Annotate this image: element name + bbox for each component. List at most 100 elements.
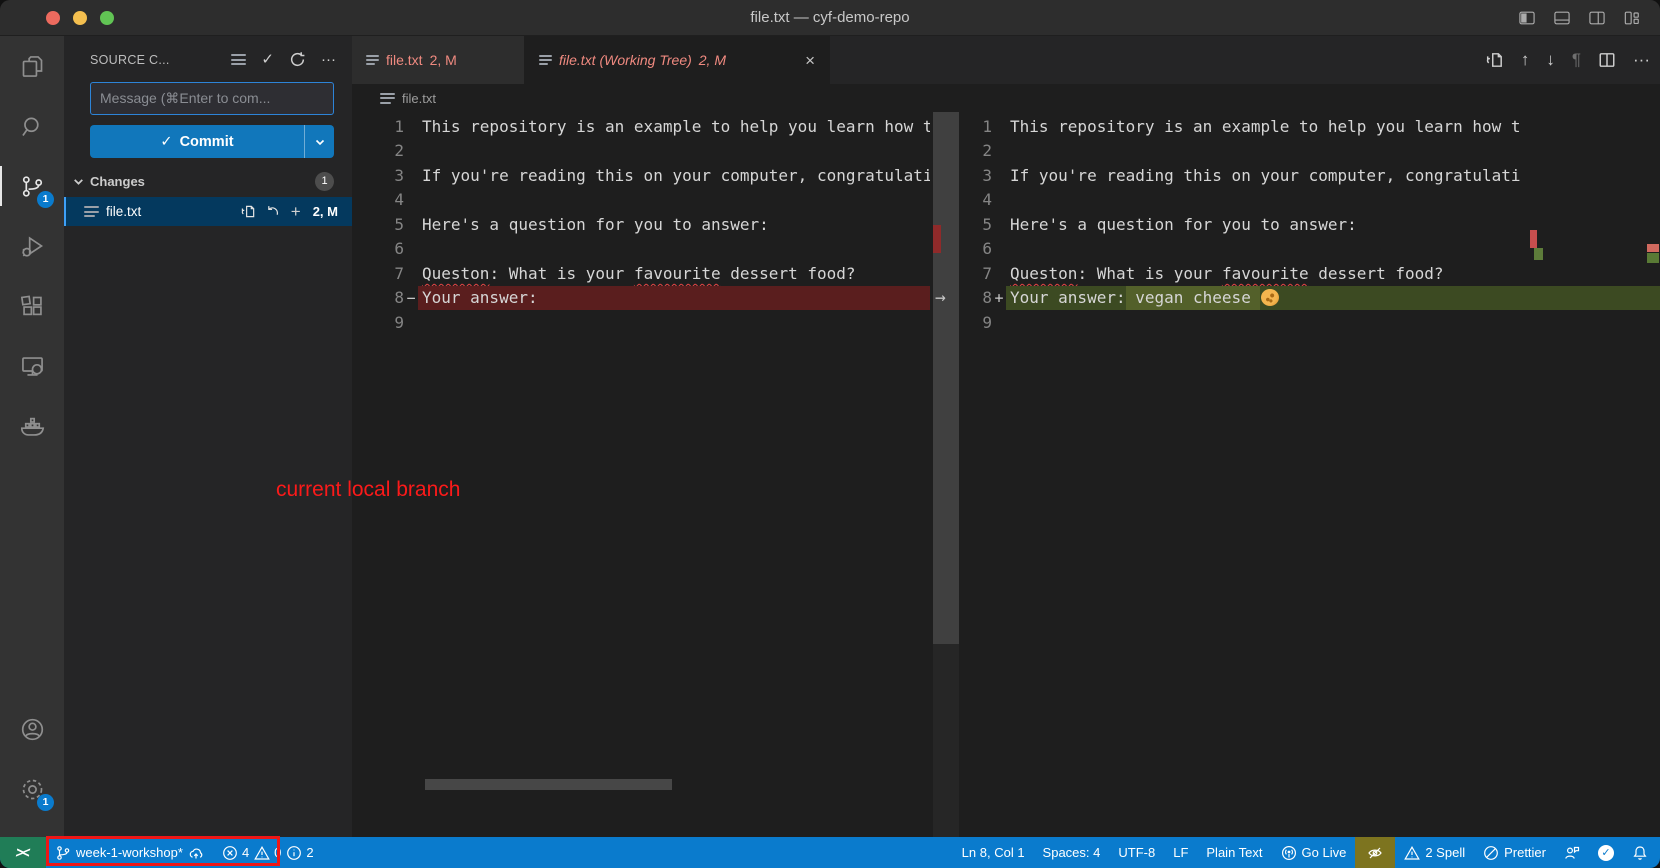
indentation-item[interactable]: Spaces: 4 [1034,837,1110,868]
commit-button-label: Commit [180,134,234,150]
chevron-down-icon [72,175,85,188]
right-pane-overview-ruler [1530,112,1544,837]
check-icon: ✓ [160,134,172,150]
vscode-window: file.txt — cyf-demo-repo 1 [0,0,1660,868]
language-mode-item[interactable]: Plain Text [1197,837,1271,868]
split-editor-icon[interactable] [1598,51,1616,69]
activity-bar: 1 1 [0,36,64,837]
stage-changes-icon[interactable]: + [291,203,301,220]
code-line-4: 4 [962,188,1660,213]
broadcast-icon [1281,845,1297,861]
check-icon: ✓ [1601,846,1610,859]
code-line-2: 2 [962,139,1660,164]
close-tab-icon[interactable]: × [805,52,815,69]
code-line-8: 8+Your answer: vegan cheese 🧀 [962,286,1660,311]
go-live-item[interactable]: Go Live [1272,837,1356,868]
search-icon[interactable] [0,96,64,156]
tab-file-txt-working-tree[interactable]: file.txt (Working Tree) 2, M × [525,36,830,84]
changed-file-row[interactable]: file.txt + 2, M [64,197,352,226]
text-file-icon [380,93,395,104]
sidebar-title: SOURCE C... [90,53,170,67]
commit-dropdown-button[interactable] [304,125,334,158]
remote-indicator[interactable]: >< [0,837,46,868]
status-check-item[interactable]: ✓ [1589,837,1623,868]
text-file-icon [366,55,379,65]
code-line-5: 5Here's a question for you to answer: [962,212,1660,237]
revert-block-arrow-icon[interactable]: → [935,286,946,311]
render-whitespace-icon[interactable]: ¶ [1572,50,1581,70]
previous-change-icon[interactable]: ↑ [1521,50,1530,70]
run-debug-icon[interactable] [0,216,64,276]
open-changes-icon[interactable] [1486,51,1504,69]
code-line-3: 3If you're reading this on your computer… [352,163,930,188]
commit-button[interactable]: ✓ Commit [90,125,334,158]
code-line-2: 2 [352,139,930,164]
code-line-6: 6 [962,237,1660,262]
remote-explorer-icon[interactable] [0,336,64,396]
customize-layout-icon[interactable] [1622,8,1642,28]
text-file-icon [539,55,552,65]
feedback-item[interactable] [1555,837,1589,868]
toggle-secondary-sidebar-icon[interactable] [1587,8,1607,28]
diff-left-pane[interactable]: 1This repository is an example to help y… [352,112,930,837]
source-control-sidebar: SOURCE C... ✓ ··· Message (⌘Enter to com… [64,36,352,837]
source-control-badge: 1 [37,191,54,208]
more-actions-icon[interactable]: ··· [1633,50,1650,70]
extensions-icon[interactable] [0,276,64,336]
explorer-icon[interactable] [0,36,64,96]
info-count: 2 [306,845,313,860]
settings-badge: 1 [37,794,54,811]
text-file-icon [84,206,99,217]
code-line-8: 8−Your answer: [352,286,930,311]
file-change-status: 2, M [313,204,338,219]
toggle-sidebar-icon[interactable] [1517,8,1537,28]
source-control-icon[interactable]: 1 [0,156,64,216]
info-icon [286,845,302,861]
vertical-scrollbar[interactable] [933,112,959,644]
spell-problems-item[interactable]: 2 Spell [1395,837,1474,868]
annotation-label: current local branch [276,478,460,502]
changes-label: Changes [90,174,145,189]
code-line-1: 1This repository is an example to help y… [352,114,930,139]
eye-off-icon [1367,845,1383,861]
next-change-icon[interactable]: ↓ [1546,50,1555,70]
view-as-list-icon[interactable] [231,54,246,65]
breadcrumb[interactable]: file.txt [352,84,1660,112]
changes-section-header[interactable]: Changes 1 [64,158,352,197]
open-file-icon[interactable] [241,204,256,219]
edge-overview-ruler [1646,112,1660,837]
diff-scrollbar-strip[interactable]: → [930,112,962,837]
more-actions-icon[interactable]: ··· [321,52,336,67]
warning-icon [1404,845,1420,861]
title-bar: file.txt — cyf-demo-repo [0,0,1660,36]
code-line-9: 9 [962,310,1660,335]
commit-message-placeholder: Message (⌘Enter to com... [100,90,270,107]
settings-gear-icon[interactable]: 1 [0,759,64,819]
tab-problem-badge: 2, M [699,52,726,68]
accounts-icon[interactable] [0,699,64,759]
refresh-icon[interactable] [289,51,306,68]
docker-icon[interactable] [0,396,64,456]
notifications-item[interactable] [1623,837,1660,868]
eol-item[interactable]: LF [1164,837,1197,868]
commit-message-input[interactable]: Message (⌘Enter to com... [90,82,334,115]
code-line-5: 5Here's a question for you to answer: [352,212,930,237]
encoding-item[interactable]: UTF-8 [1109,837,1164,868]
breadcrumb-file: file.txt [402,91,436,106]
spell-checker-disabled-item[interactable] [1355,837,1395,868]
code-line-4: 4 [352,188,930,213]
tab-problem-badge: 2, M [430,52,457,68]
prettier-item[interactable]: Prettier [1474,837,1555,868]
commit-action-icon[interactable]: ✓ [261,52,274,67]
cursor-position-item[interactable]: Ln 8, Col 1 [953,837,1034,868]
code-line-9: 9 [352,310,930,335]
circle-slash-icon [1483,845,1499,861]
tab-file-txt[interactable]: file.txt 2, M [352,36,525,84]
tab-bar: file.txt 2, M file.txt (Working Tree) 2,… [352,36,1660,84]
diff-right-pane[interactable]: 1This repository is an example to help y… [962,112,1660,837]
discard-changes-icon[interactable] [266,204,281,219]
editor-group: file.txt 2, M file.txt (Working Tree) 2,… [352,36,1660,837]
toggle-panel-icon[interactable] [1552,8,1572,28]
horizontal-scrollbar[interactable] [425,779,672,790]
tab-label: file.txt [386,52,423,68]
